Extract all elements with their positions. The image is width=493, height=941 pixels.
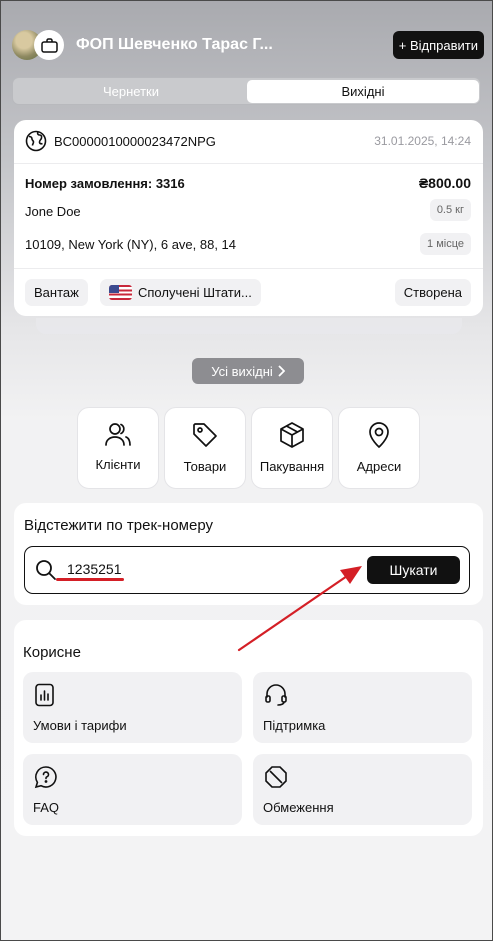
annotation-underline (56, 578, 124, 581)
useful-item-label: Умови і тарифи (33, 718, 127, 733)
tab-outgoing[interactable]: Вихідні (247, 80, 479, 103)
status-badge: Створена (394, 279, 471, 306)
useful-item-terms[interactable]: Умови і тарифи (23, 672, 242, 743)
send-button[interactable]: + Відправити (392, 31, 484, 59)
shipment-price: ₴800.00 (418, 175, 471, 191)
users-icon (105, 423, 131, 446)
recipient-name: Jone Doe (25, 204, 81, 219)
quick-action-addresses[interactable]: Адреси (338, 407, 420, 489)
tracking-number: BC0000010000023472NPG (54, 134, 216, 149)
business-avatar[interactable] (34, 30, 64, 60)
useful-item-label: Підтримка (263, 718, 326, 733)
card-stack-shadow (36, 318, 462, 334)
useful-item-label: FAQ (33, 800, 60, 815)
all-outgoing-button[interactable]: Усі вихідні (192, 358, 304, 384)
quick-action-label: Пакування (259, 459, 325, 474)
recipient-address: 10109, New York (NY), 6 ave, 88, 14 (25, 237, 237, 252)
tracking-number-input[interactable] (67, 561, 347, 577)
places-badge: 1 місце (420, 233, 471, 255)
useful-item-faq[interactable]: FAQ (23, 754, 242, 825)
segment-tabs: Чернетки Вихідні (12, 77, 481, 105)
chart-doc-icon (35, 683, 54, 707)
weight-badge: 0.5 кг (429, 199, 471, 221)
briefcase-icon (40, 37, 58, 53)
useful-title: Корисне (23, 644, 81, 661)
business-name[interactable]: ФОП Шевченко Тарас Г... (76, 36, 273, 54)
chevron-right-icon (278, 365, 285, 377)
globe-icon (25, 130, 47, 152)
divider (14, 268, 483, 269)
quick-action-packaging[interactable]: Пакування (251, 407, 333, 489)
tracking-search-title: Відстежити по трек-номеру (24, 517, 213, 534)
headset-icon (265, 684, 287, 706)
all-outgoing-label: Усі вихідні (211, 363, 273, 379)
order-number: Номер замовлення: 3316 (25, 176, 185, 191)
search-icon (36, 560, 56, 580)
no-entry-icon (265, 766, 287, 788)
quick-action-label: Клієнти (95, 457, 141, 472)
app-header: ФОП Шевченко Тарас Г... + Відправити (12, 28, 484, 62)
quick-action-goods[interactable]: Товари (164, 407, 246, 489)
destination-country-badge: Сполучені Штати... (100, 279, 261, 306)
country-label: Сполучені Штати... (138, 285, 252, 300)
question-bubble-icon (34, 766, 57, 789)
shipment-date: 31.01.2025, 14:24 (374, 134, 471, 148)
useful-item-label: Обмеження (263, 800, 334, 815)
tag-icon (193, 423, 217, 447)
tracking-search-field[interactable]: Шукати (24, 546, 470, 594)
search-button[interactable]: Шукати (367, 556, 460, 584)
quick-action-label: Адреси (356, 459, 402, 474)
shipment-type-badge: Вантаж (25, 279, 88, 306)
useful-item-restrictions[interactable]: Обмеження (253, 754, 472, 825)
tab-drafts[interactable]: Чернетки (15, 80, 247, 103)
us-flag-icon (109, 285, 132, 300)
tracking-search-card: Відстежити по трек-номеру Шукати (14, 503, 483, 605)
quick-action-clients[interactable]: Клієнти (77, 407, 159, 489)
box-icon (280, 422, 304, 448)
useful-item-support[interactable]: Підтримка (253, 672, 472, 743)
quick-action-label: Товари (183, 459, 227, 474)
useful-section: Корисне Умови і тарифи Підтримка FAQ Обм… (14, 620, 483, 836)
map-pin-icon (369, 422, 389, 449)
shipment-card[interactable]: BC0000010000023472NPG 31.01.2025, 14:24 … (14, 120, 483, 316)
